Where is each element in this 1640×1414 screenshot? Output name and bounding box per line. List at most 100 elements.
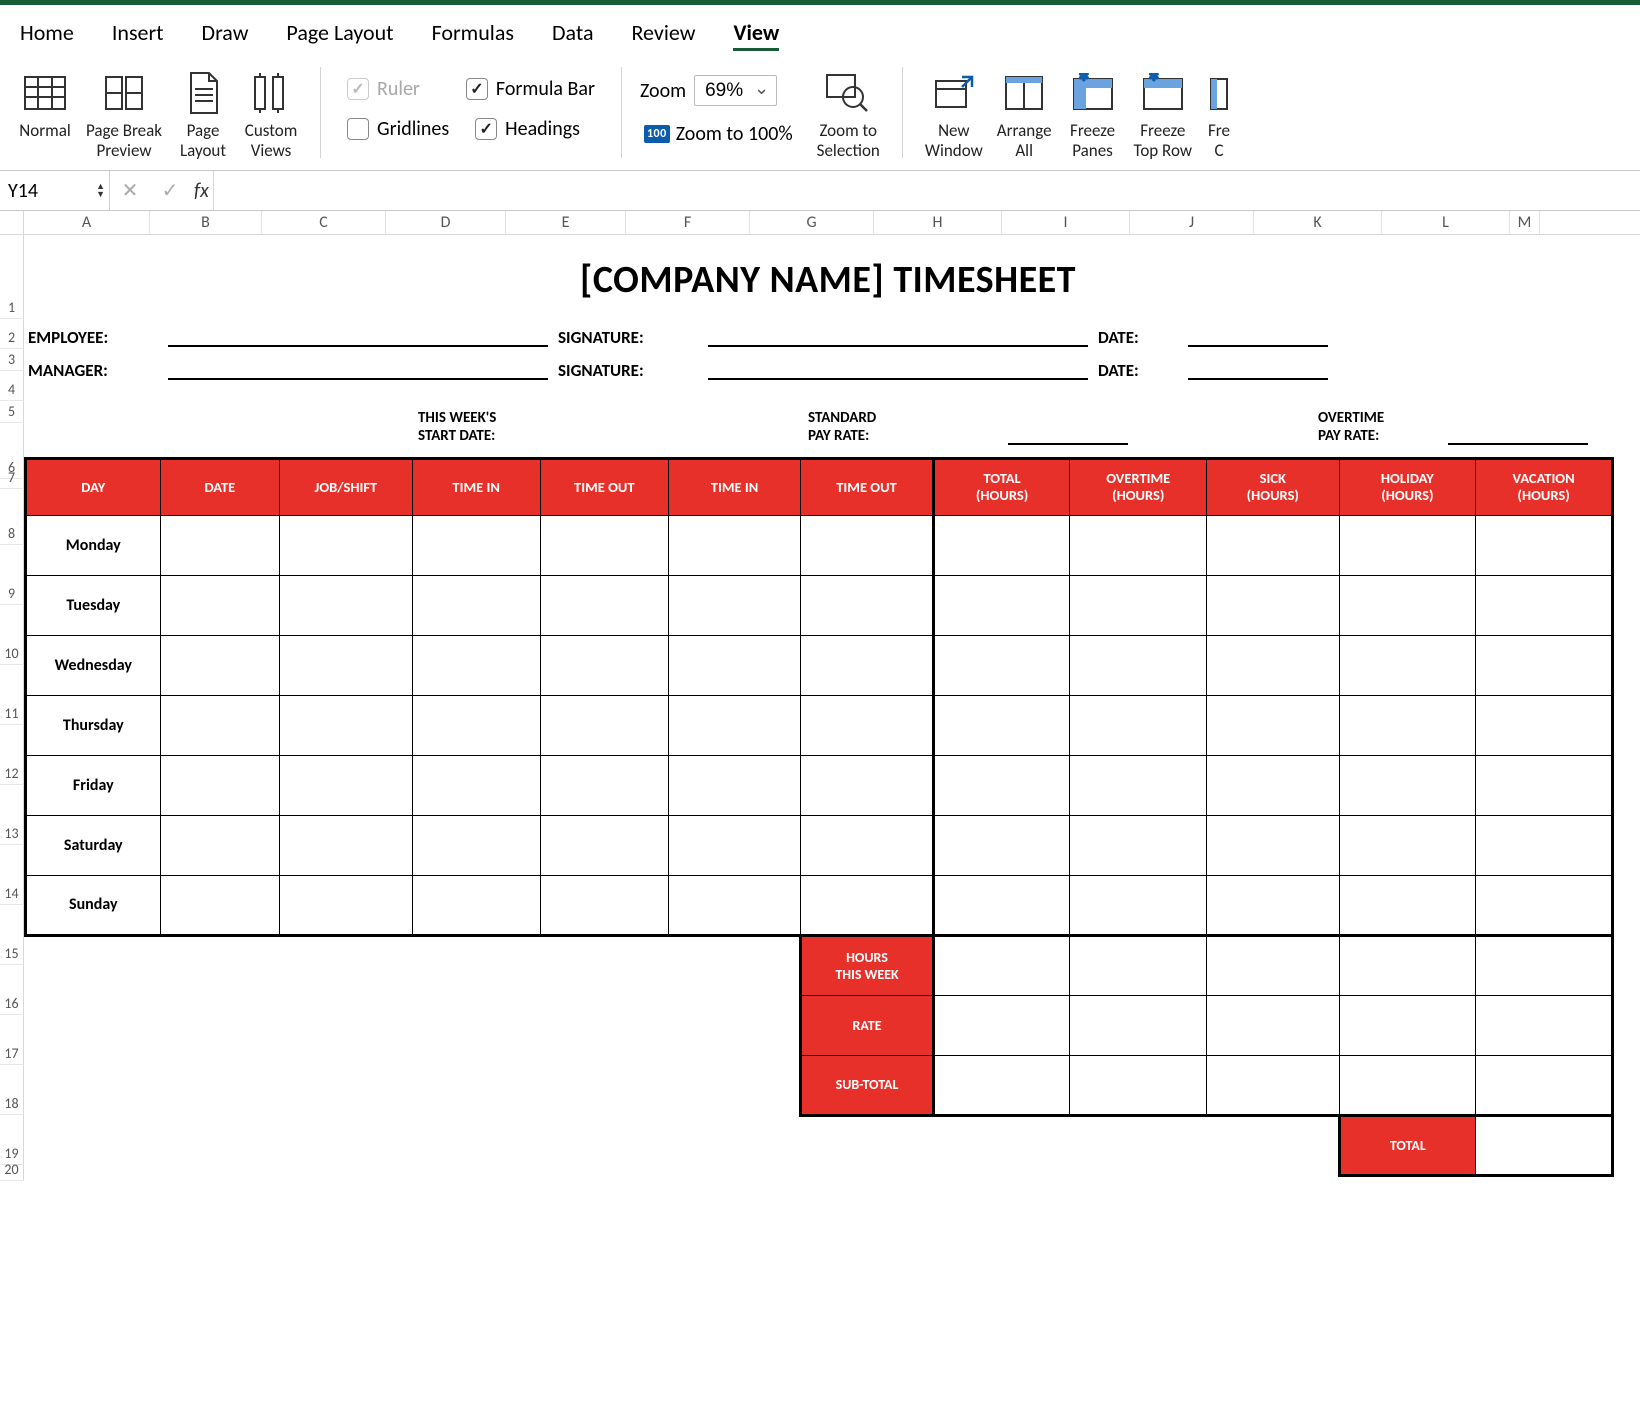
cell[interactable] [1070,575,1207,635]
col-header[interactable]: E [506,211,626,234]
row-header[interactable]: 17 [0,1015,24,1065]
cell[interactable] [412,1115,540,1175]
cell[interactable] [280,575,412,635]
col-header[interactable]: I [1002,211,1130,234]
cell[interactable] [1070,1055,1207,1115]
sheet-content[interactable]: [COMPANY NAME] TIMESHEET EMPLOYEE: SIGNA… [24,235,1640,1185]
cell[interactable] [1207,1055,1339,1115]
cell[interactable] [160,815,280,875]
summary-label-cell[interactable]: SUB-TOTAL [801,1055,933,1115]
cell[interactable] [160,755,280,815]
cell[interactable] [1207,815,1339,875]
cell[interactable] [933,995,1070,1055]
cell[interactable] [412,575,540,635]
row-header[interactable]: 7 [0,479,24,489]
cancel-formula-button[interactable]: ✕ [110,178,150,203]
summary-row[interactable]: SUB-TOTAL [26,1055,1613,1115]
cell[interactable] [280,935,412,995]
zoom-to-selection-button[interactable]: Zoom to Selection [813,65,884,160]
manager-line[interactable] [168,356,548,380]
cell[interactable] [540,995,668,1055]
headings-checkbox[interactable]: Headings [467,111,588,147]
col-header[interactable]: C [262,211,386,234]
cell[interactable] [801,875,933,935]
cell[interactable] [412,755,540,815]
row-header[interactable]: 10 [0,605,24,665]
cell[interactable] [1070,1115,1207,1175]
cell[interactable] [160,515,280,575]
cell[interactable] [1339,815,1476,875]
row-header[interactable]: 16 [0,965,24,1015]
cell[interactable] [1476,815,1613,875]
formula-bar-checkbox[interactable]: Formula Bar [458,71,603,107]
cell[interactable]: Sunday [26,875,161,935]
table-row[interactable]: Thursday [26,695,1613,755]
cell[interactable] [412,1055,540,1115]
cell[interactable] [540,575,668,635]
col-header[interactable]: M [1510,211,1540,234]
zoom-100-button[interactable]: 100 Zoom to 100% [640,116,797,152]
cell[interactable] [1476,635,1613,695]
row-header[interactable]: 5 [0,401,24,423]
cell[interactable] [1339,935,1476,995]
cell[interactable] [280,695,412,755]
cell[interactable] [540,755,668,815]
cell[interactable] [801,1115,933,1175]
total-label-cell[interactable]: TOTAL [1339,1115,1476,1175]
signature-line[interactable] [708,323,1088,347]
cell[interactable] [1070,695,1207,755]
cell[interactable] [26,1115,161,1175]
timesheet-table[interactable]: DAY DATE JOB/SHIFT TIME IN TIME OUT TIME… [24,457,1614,1177]
cell[interactable] [801,815,933,875]
row-header[interactable]: 2 [0,319,24,349]
cell[interactable] [412,995,540,1055]
tab-insert[interactable]: Insert [112,17,164,51]
table-row[interactable]: Wednesday [26,635,1613,695]
date-line[interactable] [1188,323,1328,347]
cell[interactable] [540,635,668,695]
row-headers[interactable]: 1234567891011121314151617181920 [0,235,24,1185]
cell[interactable] [540,1055,668,1115]
cell[interactable] [280,815,412,875]
table-row[interactable]: Friday [26,755,1613,815]
cell[interactable] [280,995,412,1055]
cell[interactable] [668,1115,800,1175]
row-header[interactable]: 4 [0,371,24,401]
employee-line[interactable] [168,323,548,347]
cell[interactable] [1070,995,1207,1055]
cell[interactable] [1339,635,1476,695]
table-row[interactable]: Sunday [26,875,1613,935]
cell[interactable] [1207,635,1339,695]
cell[interactable] [1339,575,1476,635]
cell[interactable] [1070,875,1207,935]
cell[interactable] [1339,995,1476,1055]
col-header[interactable]: B [150,211,262,234]
cell[interactable] [1207,875,1339,935]
cell[interactable] [1476,935,1613,995]
cell[interactable] [1476,695,1613,755]
cell[interactable] [160,875,280,935]
col-header[interactable]: G [750,211,874,234]
summary-row[interactable]: RATE [26,995,1613,1055]
cell[interactable] [160,575,280,635]
col-header[interactable]: H [874,211,1002,234]
cell[interactable]: Tuesday [26,575,161,635]
date2-line[interactable] [1188,356,1328,380]
cell[interactable] [1207,515,1339,575]
cell[interactable] [668,995,800,1055]
cell[interactable] [933,1055,1070,1115]
tab-formulas[interactable]: Formulas [432,17,514,51]
col-header[interactable]: A [24,211,150,234]
cell[interactable] [160,695,280,755]
zoom-select[interactable]: 69% [694,75,777,106]
cell[interactable] [1070,935,1207,995]
page-layout-button[interactable]: Page Layout [172,65,234,160]
cell[interactable] [1476,575,1613,635]
cell[interactable]: Saturday [26,815,161,875]
total-row[interactable]: TOTAL [26,1115,1613,1175]
cell[interactable] [412,875,540,935]
worksheet[interactable]: A B C D E F G H I J K L M 12345678910111… [0,211,1640,1185]
normal-view-button[interactable]: Normal [14,65,76,160]
cell[interactable] [933,935,1070,995]
cell[interactable]: Friday [26,755,161,815]
